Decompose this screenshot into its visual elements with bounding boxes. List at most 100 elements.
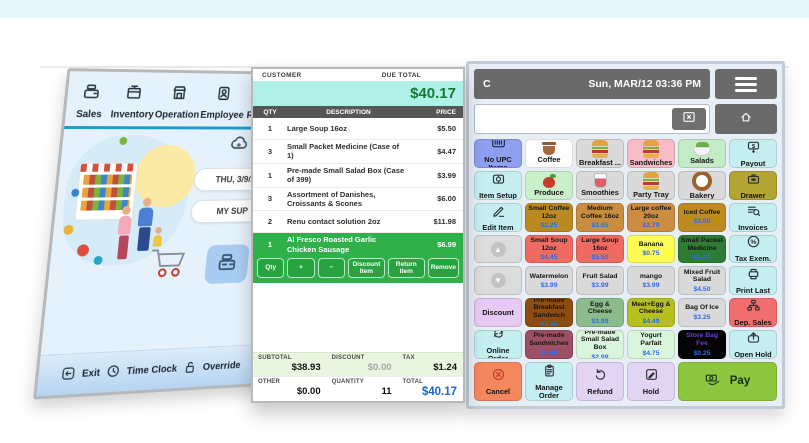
salads-tile[interactable]: Salads (678, 139, 726, 168)
sandwiches-tile[interactable]: Sandwiches (627, 139, 675, 168)
item-search-field (474, 104, 710, 134)
discount-tile[interactable]: Discount (474, 298, 522, 327)
coffee-tile[interactable]: Coffee (525, 139, 573, 168)
openhold-icon (746, 330, 761, 350)
receipt-row-selected[interactable]: 1Al Fresco Roasted Garlic Chicken Sausag… (253, 233, 463, 256)
drawer-icon (746, 171, 761, 191)
donut-icon (692, 171, 712, 191)
no-upc-items-tile[interactable]: No UPC Items (474, 139, 522, 168)
time-clock-button[interactable]: Time Clock (104, 359, 178, 382)
print-last-tile[interactable]: Print Last (729, 266, 777, 295)
scroll-down-tile[interactable]: ▼ (474, 266, 522, 295)
timeclock-icon (104, 362, 121, 382)
party-tray-tile[interactable]: Party Tray (627, 171, 675, 200)
small-packet-medicine-tile[interactable]: Small Packet Medicine$1.25 (678, 235, 726, 264)
edit-item-tile[interactable]: Edit Item (474, 203, 522, 232)
cancel-tile[interactable]: Cancel (474, 362, 522, 401)
clear-search-button[interactable] (672, 108, 706, 130)
scroll-up-tile[interactable]: ▲ (474, 235, 522, 264)
hold-tile[interactable]: Hold (627, 362, 675, 401)
online-order-tile[interactable]: Online Order (474, 330, 522, 359)
meat-egg-cheese-tile[interactable]: Meat+Egg & Cheese$4.49 (627, 298, 675, 327)
refund-icon (593, 367, 608, 387)
produce-tile[interactable]: Produce (525, 171, 573, 200)
up-icon: ▲ (491, 242, 506, 257)
bag-of-ice-tile[interactable]: Bag Of Ice$3.25 (678, 298, 726, 327)
tab-employee[interactable]: Employee (200, 83, 247, 121)
smoothie-icon (594, 173, 607, 188)
return-item-button[interactable]: Return Item (388, 258, 425, 278)
bakery-tile[interactable]: Bakery (678, 171, 726, 200)
egg-cheese-tile[interactable]: Egg & Cheese$3.99 (576, 298, 624, 327)
receipt-row[interactable]: 1Pre-made Small Salad Box (Case of 399)$… (253, 164, 463, 188)
subtotal-value: $38.93 (258, 362, 321, 373)
open-hold-tile[interactable]: Open Hold (729, 330, 777, 359)
mango-tile[interactable]: mango$3.99 (627, 266, 675, 295)
invoices-tile[interactable]: Invoices (729, 203, 777, 232)
totals-row-2: OTHER$0.00 QUANTITY11 TOTAL$40.17 (253, 376, 463, 401)
customer-label: CUSTOMER (253, 72, 373, 79)
hamburger-icon (735, 74, 757, 95)
override-button[interactable]: Override (181, 356, 241, 378)
small-coffee-12oz-tile[interactable]: Small Coffee 12oz$2.25 (525, 203, 573, 232)
blank-button[interactable]: − (318, 258, 345, 278)
store-icon (169, 83, 190, 107)
discount-item-button[interactable]: Discount Item (348, 258, 385, 278)
hold-icon (644, 367, 659, 387)
store-bag-fee-tile[interactable]: Store Bag Fee$0.25 (678, 330, 726, 359)
remove-button[interactable]: Remove (428, 258, 459, 278)
receipt-row[interactable]: 3Small Packet Medicine (Case of 1)$4.47 (253, 140, 463, 164)
exit-button[interactable]: Exit (59, 363, 101, 384)
refund-tile[interactable]: Refund (576, 362, 624, 401)
tab-operation[interactable]: Operation (154, 82, 202, 120)
pre-made-sandwiches-tile[interactable]: Pre-made Sandwiches$5.49 (525, 330, 573, 359)
small-soup-12oz-tile[interactable]: Small Soup 12oz$4.45 (525, 235, 573, 264)
payout-icon: $ (746, 139, 761, 159)
unlock-icon (181, 358, 198, 377)
svg-text:%: % (750, 239, 756, 246)
item-setup-tile[interactable]: Item Setup (474, 171, 522, 200)
menu-button[interactable] (715, 69, 777, 99)
register-id: C (483, 78, 491, 90)
register-shortcut-button[interactable] (204, 244, 250, 284)
smoothies-tile[interactable]: Smoothies (576, 171, 624, 200)
search-input[interactable] (475, 114, 672, 125)
item-grid: No UPC ItemsCoffeeBreakfast ...Sandwiche… (474, 139, 777, 401)
coffee-icon (542, 142, 556, 155)
yogurt-parfait-tile[interactable]: Yogurt Parfait$4.75 (627, 330, 675, 359)
large-soup-16oz-tile[interactable]: Large Soup 16oz$5.50 (576, 235, 624, 264)
drawer-tile[interactable]: Drawer (729, 171, 777, 200)
pay-icon (704, 371, 721, 393)
tab-inventory[interactable]: Inventory (110, 82, 157, 121)
home-button[interactable] (715, 104, 777, 134)
mixed-fruit-salad-tile[interactable]: Mixed Fruit Salad$4.50 (678, 266, 726, 295)
watermelon-tile[interactable]: Watermelon$3.99 (525, 266, 573, 295)
medium-coffee-16oz-tile[interactable]: Medium Coffee 16oz$2.65 (576, 203, 624, 232)
burger-icon (592, 140, 608, 158)
burger-icon (643, 172, 659, 190)
onlineorder-icon (491, 330, 506, 346)
register-panel: C Sun, MAR/12 03:36 PM No UPC ItemsCoffe… (466, 61, 785, 409)
due-total-value: $40.17 (373, 85, 463, 102)
banana-tile[interactable]: Banana$0.75 (627, 235, 675, 264)
payout-tile[interactable]: $Payout (729, 139, 777, 168)
pay-tile[interactable]: Pay (678, 362, 777, 401)
breakfast-tile[interactable]: Breakfast ... (576, 139, 624, 168)
pre-made-small-salad-box-tile[interactable]: Pre-made Small Salad Box$2.99 (576, 330, 624, 359)
tab-sales[interactable]: Sales (68, 81, 113, 120)
dep-sales-tile[interactable]: Dep. Sales (729, 298, 777, 327)
tax-exem-tile[interactable]: %Tax Exem. (729, 235, 777, 264)
edititem-icon (491, 203, 506, 223)
receipt-row[interactable]: 3Assortment of Danishes, Croissants & Sc… (253, 188, 463, 212)
fruit-salad-tile[interactable]: Fruit Salad$3.99 (576, 266, 624, 295)
large-coffee-20oz-tile[interactable]: Large coffee 20oz$2.79 (627, 203, 675, 232)
dashboard-body: THU, 3/9/2 MY SUP (42, 129, 284, 342)
receipt-row[interactable]: 2Renu contact solution 2oz$11.98 (253, 211, 463, 233)
pre-made-breakfast-sandwich-tile[interactable]: Pre-made Breakfast Sandwich$4.49 (525, 298, 573, 327)
iced-coffee-tile[interactable]: Iced Coffee$3.50 (678, 203, 726, 232)
blank-button[interactable]: + (287, 258, 314, 278)
qty-button[interactable]: Qty (257, 258, 284, 278)
receipt-row[interactable]: 1Large Soup 16oz$5.50 (253, 118, 463, 140)
salad-icon (693, 142, 711, 156)
manage-order-tile[interactable]: Manage Order (525, 362, 573, 401)
